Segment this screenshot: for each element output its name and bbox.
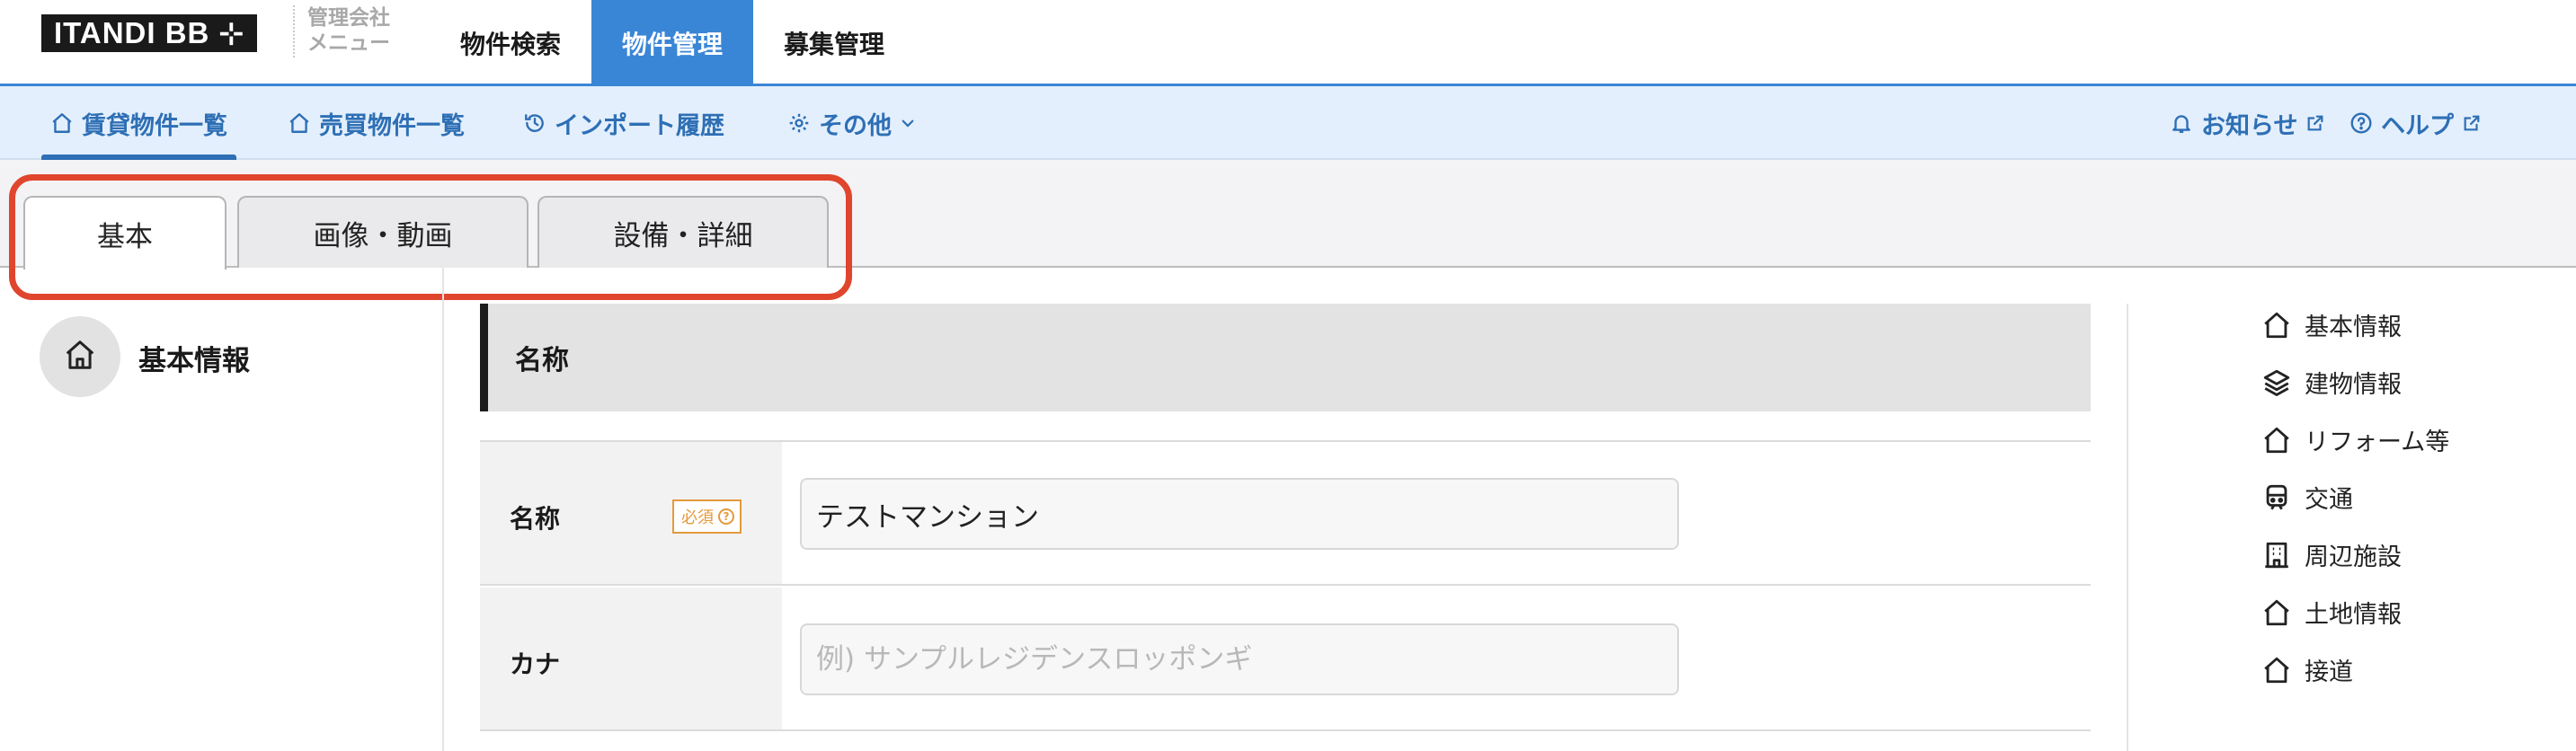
bell-icon: [2170, 111, 2193, 135]
tab-basic[interactable]: 基本: [23, 196, 227, 269]
form-label-cell: 名称 必須 ?: [480, 442, 782, 584]
left-column-divider: [442, 268, 444, 751]
section-nav-label: 土地情報: [2305, 601, 2402, 629]
main-nav-recruitment-management[interactable]: 募集管理: [753, 0, 915, 86]
chevron-down-icon: [900, 115, 916, 131]
section-nav-label: 交通: [2305, 486, 2353, 514]
home-icon: [2261, 425, 2292, 455]
company-menu-line1: 管理会社: [307, 6, 390, 30]
gear-icon: [787, 111, 811, 135]
sub-nav: 賃貸物件一覧 売買物件一覧 インポート履歴 その他 お知らせ ヘルプ: [0, 86, 2576, 160]
section-title: 基本情報: [138, 345, 250, 377]
home-icon: [2261, 655, 2292, 685]
section-nav-road-access[interactable]: 接道: [2261, 652, 2353, 687]
home-icon: [2261, 310, 2292, 340]
required-badge-label: 必須: [681, 508, 714, 527]
tab-images-videos[interactable]: 画像・動画: [237, 196, 529, 268]
kana-field-label: カナ: [510, 649, 561, 679]
section-nav-reform[interactable]: リフォーム等: [2261, 422, 2449, 457]
form-row-kana: カナ: [480, 588, 2091, 731]
notices-link[interactable]: お知らせ: [2170, 86, 2325, 160]
kana-input[interactable]: [800, 623, 1679, 695]
form-section-heading: 名称: [480, 304, 2091, 411]
tab-equipment-details[interactable]: 設備・詳細: [537, 196, 829, 268]
section-nav-basic-info[interactable]: 基本情報: [2261, 307, 2402, 342]
main-nav-property-search[interactable]: 物件検索: [430, 0, 591, 86]
external-link-icon: [2305, 113, 2325, 133]
home-icon: [288, 111, 311, 135]
subnav-others-dropdown[interactable]: その他: [787, 86, 916, 160]
train-icon: [2261, 482, 2292, 513]
section-nav-label: リフォーム等: [2305, 429, 2450, 456]
name-field-label: 名称: [510, 504, 561, 534]
required-badge[interactable]: 必須 ?: [672, 499, 742, 534]
help-label: ヘルプ: [2381, 111, 2454, 140]
form-row-name: 名称 必須 ?: [480, 442, 2091, 586]
building-icon: [2261, 540, 2292, 570]
layers-icon: [2261, 367, 2292, 398]
subnav-sale-list-label: 売買物件一覧: [319, 111, 465, 140]
help-link[interactable]: ヘルプ: [2349, 86, 2482, 160]
subnav-import-history-label: インポート履歴: [555, 111, 724, 140]
main-nav: 物件検索 物件管理 募集管理: [430, 0, 915, 86]
itandi-bb-logo[interactable]: ITANDI BB ⊹: [41, 14, 258, 52]
name-input[interactable]: [800, 478, 1679, 550]
subnav-import-history[interactable]: インポート履歴: [523, 86, 724, 160]
home-icon: [63, 338, 97, 376]
section-nav-label: 周辺施設: [2305, 543, 2402, 571]
external-link-icon: [2462, 113, 2482, 133]
subnav-rental-list[interactable]: 賃貸物件一覧: [41, 86, 236, 160]
tab-strip: 基本 画像・動画 設備・詳細: [0, 160, 2576, 269]
help-icon: ?: [718, 508, 734, 525]
section-nav-facilities[interactable]: 周辺施設: [2261, 537, 2402, 572]
subnav-sale-list[interactable]: 売買物件一覧: [288, 86, 465, 160]
main-nav-property-management[interactable]: 物件管理: [591, 0, 754, 86]
right-column-divider: [2127, 304, 2128, 751]
subnav-rental-list-label: 賃貸物件一覧: [82, 111, 227, 140]
section-icon-badge: [40, 316, 120, 397]
section-nav-label: 建物情報: [2305, 371, 2402, 399]
home-icon: [50, 111, 74, 135]
form-label-cell: カナ: [480, 588, 782, 729]
history-icon: [523, 111, 546, 135]
section-nav-land-info[interactable]: 土地情報: [2261, 595, 2402, 630]
subnav-others-label: その他: [819, 111, 892, 140]
section-nav-label: 基本情報: [2305, 314, 2402, 341]
notices-label: お知らせ: [2201, 111, 2298, 140]
top-header: ITANDI BB ⊹ 管理会社 メニュー 物件検索 物件管理 募集管理: [0, 0, 2576, 86]
section-nav-transport[interactable]: 交通: [2261, 480, 2353, 515]
company-menu-label[interactable]: 管理会社 メニュー: [293, 5, 390, 57]
home-icon: [2261, 597, 2292, 628]
question-circle-icon: [2349, 111, 2373, 135]
section-nav-building-info[interactable]: 建物情報: [2261, 365, 2402, 400]
section-nav-label: 接道: [2305, 658, 2353, 686]
company-menu-line2: メニュー: [307, 31, 390, 55]
